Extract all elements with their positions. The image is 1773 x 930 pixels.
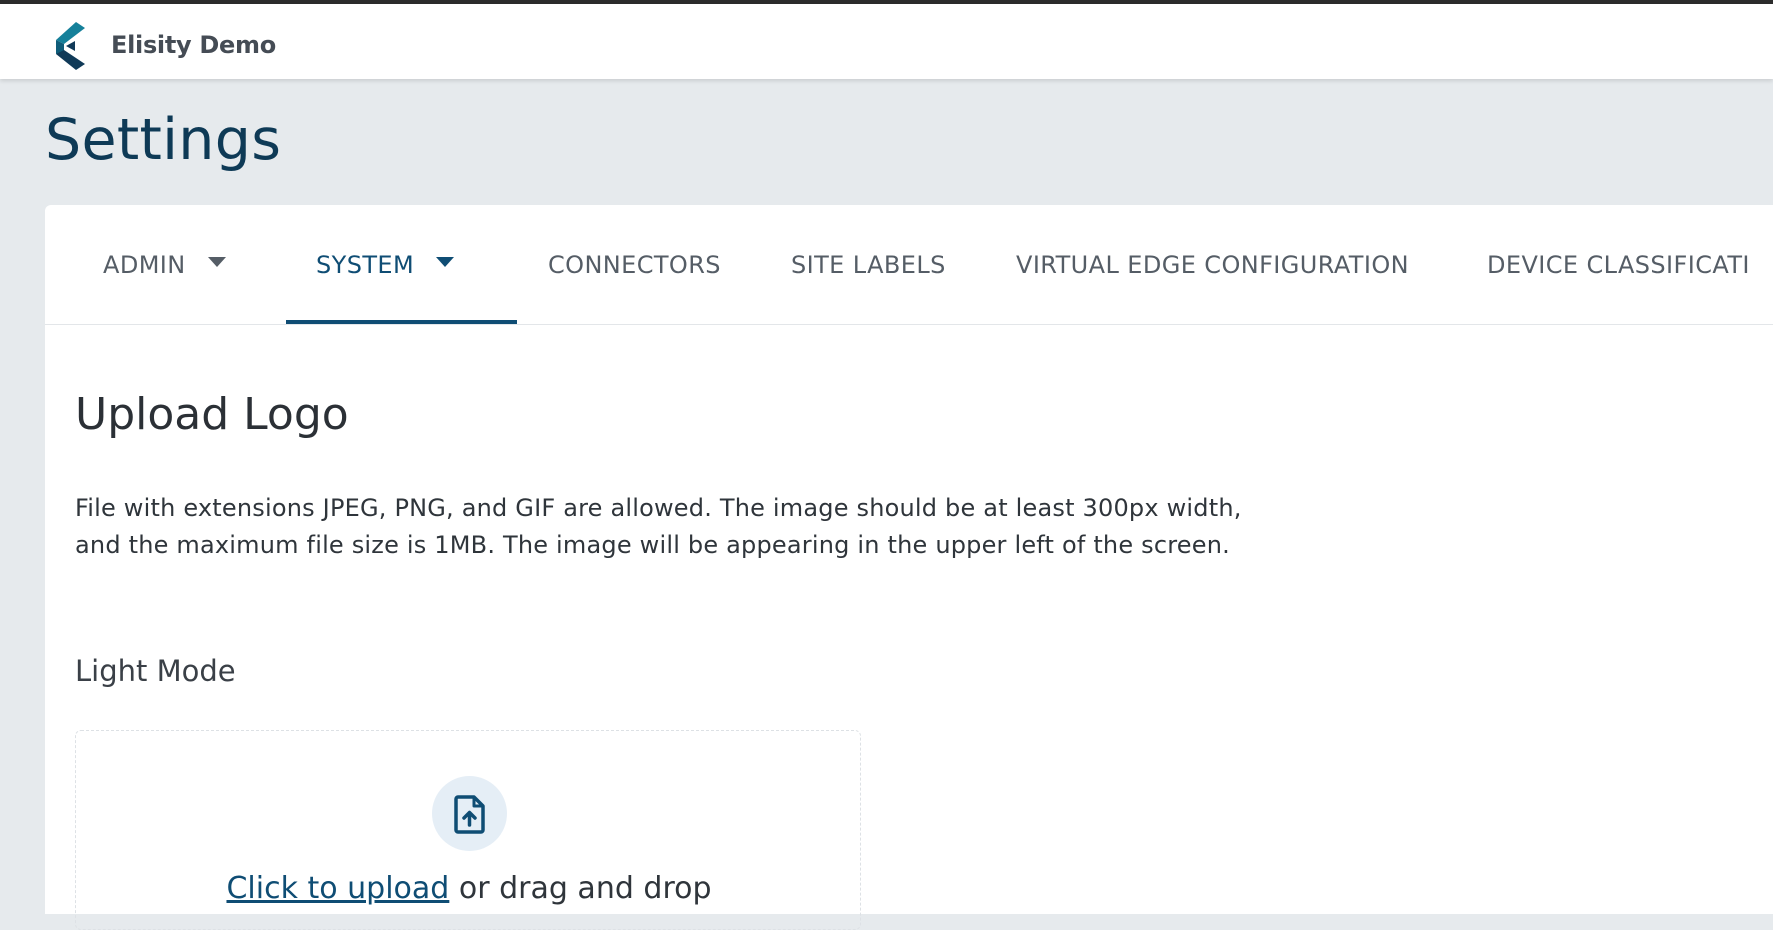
description-line: and the maximum file size is 1MB. The im… xyxy=(75,531,1230,559)
drag-drop-text: or drag and drop xyxy=(449,871,712,906)
tab-label: SITE LABELS xyxy=(791,250,946,279)
tab-label: CONNECTORS xyxy=(548,250,721,279)
caret-down-icon xyxy=(207,256,226,267)
tab-label: ADMIN xyxy=(103,250,186,279)
tab-system[interactable]: SYSTEM xyxy=(316,205,455,324)
app-header: Elisity Demo xyxy=(0,4,1773,79)
tab-connectors[interactable]: CONNECTORS xyxy=(548,205,721,324)
brand[interactable]: Elisity Demo xyxy=(50,20,276,70)
light-mode-dropzone[interactable]: Click to upload or drag and drop xyxy=(75,730,861,930)
page-title: Settings xyxy=(45,107,282,173)
light-mode-label: Light Mode xyxy=(75,654,236,688)
tab-site-labels[interactable]: SITE LABELS xyxy=(791,205,946,324)
tab-admin[interactable]: ADMIN xyxy=(103,205,226,324)
tab-label: SYSTEM xyxy=(316,250,415,279)
tab-virtual-edge-configuration[interactable]: VIRTUAL EDGE CONFIGURATION xyxy=(1016,205,1409,324)
click-to-upload-link[interactable]: Click to upload xyxy=(226,871,449,906)
tab-label: VIRTUAL EDGE CONFIGURATION xyxy=(1016,250,1409,279)
elisity-logo-icon xyxy=(50,20,88,70)
active-tab-indicator xyxy=(286,320,517,324)
tab-label: DEVICE CLASSIFICATI xyxy=(1487,250,1750,279)
app-name: Elisity Demo xyxy=(111,31,276,59)
description-line: File with extensions JPEG, PNG, and GIF … xyxy=(75,494,1242,522)
upload-logo-title: Upload Logo xyxy=(75,389,349,440)
file-upload-icon[interactable] xyxy=(432,776,507,851)
upload-instructions: Click to upload or drag and drop xyxy=(76,871,862,906)
settings-tabs: ADMIN SYSTEM CONNECTORS SITE LABELS VIRT… xyxy=(45,205,1773,325)
upload-logo-description: File with extensions JPEG, PNG, and GIF … xyxy=(75,490,1325,564)
caret-down-icon xyxy=(436,256,455,267)
tab-device-classification[interactable]: DEVICE CLASSIFICATI xyxy=(1487,205,1750,324)
